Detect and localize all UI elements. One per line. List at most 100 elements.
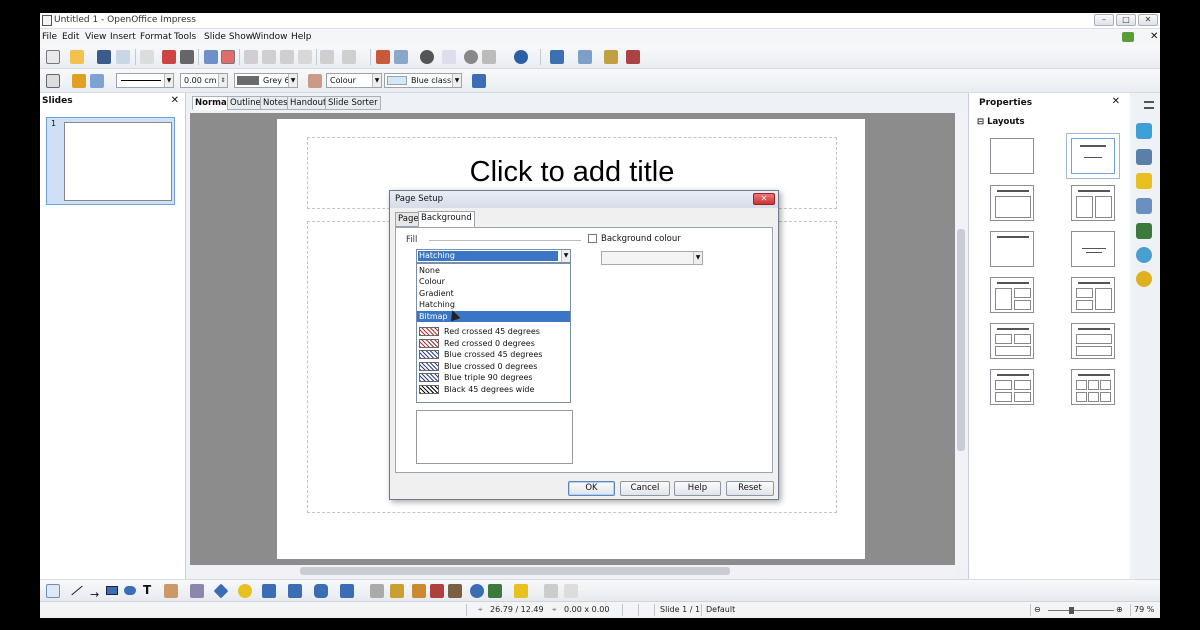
layout-title-content[interactable] xyxy=(990,185,1034,221)
menu-insert[interactable]: Insert xyxy=(110,32,136,42)
menu-format[interactable]: Format xyxy=(140,32,172,42)
hatch-item[interactable]: Red crossed 0 degrees xyxy=(417,338,570,349)
layout-title-content-stacked[interactable] xyxy=(1071,323,1115,359)
ellipse-tool-icon[interactable] xyxy=(124,586,136,595)
layout-title-two-columns[interactable] xyxy=(1071,185,1115,221)
zoom-icon[interactable] xyxy=(482,50,496,64)
styles-icon[interactable] xyxy=(46,74,60,88)
fill-option-none[interactable]: None xyxy=(417,265,570,276)
layout-title-only[interactable] xyxy=(1071,138,1115,174)
extrusion-icon[interactable] xyxy=(564,584,578,598)
close-document-button[interactable]: ✕ xyxy=(1150,31,1158,42)
symbol-shapes-icon[interactable] xyxy=(238,584,252,598)
slide-transition-deck-icon[interactable] xyxy=(1136,198,1152,214)
basic-shapes-icon[interactable] xyxy=(213,583,229,599)
close-slides-pane-icon[interactable]: ✕ xyxy=(171,95,179,106)
slide-design-icon[interactable] xyxy=(578,50,592,64)
slide-icon[interactable] xyxy=(550,50,564,64)
new-document-icon[interactable] xyxy=(46,50,60,64)
curve-tool-icon[interactable] xyxy=(164,584,178,598)
vertical-scrollbar-thumb[interactable] xyxy=(957,229,965,451)
email-icon[interactable] xyxy=(116,50,130,64)
layout-title-two-content-right[interactable] xyxy=(1071,277,1115,313)
stars-icon[interactable] xyxy=(340,584,354,598)
layout-title-six-content[interactable] xyxy=(1071,369,1115,405)
background-colour-checkbox[interactable] xyxy=(588,234,597,243)
slide-thumbnail[interactable]: 1 xyxy=(46,117,175,205)
layout-title-two-content-left[interactable] xyxy=(990,277,1034,313)
navigator-deck-icon[interactable] xyxy=(1136,271,1152,287)
menu-file[interactable]: File xyxy=(42,32,57,42)
arrange-icon[interactable] xyxy=(544,584,558,598)
export-pdf-icon[interactable] xyxy=(162,50,176,64)
zoom-out-button[interactable]: ⊖ xyxy=(1034,605,1041,614)
gallery-icon[interactable] xyxy=(448,584,462,598)
gallery-deck-icon[interactable] xyxy=(1136,247,1152,263)
styles-deck-icon[interactable] xyxy=(1136,223,1152,239)
area-style-select[interactable]: Colour ▼ xyxy=(326,73,382,88)
rectangle-tool-icon[interactable] xyxy=(106,586,118,595)
sidebar-menu-icon[interactable] xyxy=(1144,101,1154,109)
minimize-button[interactable]: – xyxy=(1094,14,1114,26)
fill-option-hatching[interactable]: Hatching xyxy=(417,299,570,311)
from-file-icon[interactable] xyxy=(430,584,444,598)
tab-notes[interactable]: Notes xyxy=(260,96,291,110)
menu-edit[interactable]: Edit xyxy=(62,32,79,42)
extension-icon[interactable] xyxy=(1122,32,1134,42)
autospellcheck-icon[interactable] xyxy=(221,50,235,64)
glue-points-icon[interactable] xyxy=(390,584,404,598)
hatch-item[interactable]: Black 45 degrees wide xyxy=(417,384,570,395)
points-icon[interactable] xyxy=(370,584,384,598)
redo-icon[interactable] xyxy=(342,50,356,64)
open-folder-icon[interactable] xyxy=(70,50,84,64)
layout-blank[interactable] xyxy=(990,138,1034,174)
shadow-icon[interactable] xyxy=(472,74,486,88)
cancel-button[interactable]: Cancel xyxy=(620,481,670,496)
align-icon[interactable] xyxy=(514,584,528,598)
zoom-level[interactable]: 79 % xyxy=(1134,605,1154,614)
properties-deck-icon[interactable] xyxy=(1136,123,1152,139)
line-color-select[interactable]: Grey 6 ▼ xyxy=(234,73,298,88)
ok-button[interactable]: OK xyxy=(568,481,615,496)
cut-icon[interactable] xyxy=(244,50,258,64)
text-tool-icon[interactable]: T xyxy=(143,583,151,597)
copy-icon[interactable] xyxy=(262,50,276,64)
line-tool-icon[interactable] xyxy=(71,585,83,596)
area-fill-select[interactable]: Blue classic ▼ xyxy=(384,73,462,88)
master-pages-deck-icon[interactable] xyxy=(1136,149,1152,165)
zoom-slider[interactable] xyxy=(1048,610,1114,611)
print-icon[interactable] xyxy=(180,50,194,64)
fill-list[interactable]: Red crossed 45 degrees Red crossed 0 degr… xyxy=(416,263,571,403)
show-draw-functions-icon[interactable] xyxy=(464,50,478,64)
custom-animation-icon[interactable] xyxy=(626,50,640,64)
flowcharts-icon[interactable] xyxy=(288,584,302,598)
layouts-section-header[interactable]: ⊟ Layouts xyxy=(977,117,1025,127)
background-colour-select[interactable]: ▼ xyxy=(601,251,703,265)
zoom-in-button[interactable]: ⊕ xyxy=(1116,605,1123,614)
connector-tool-icon[interactable] xyxy=(190,584,204,598)
menu-tools[interactable]: Tools xyxy=(174,32,196,42)
horizontal-scrollbar-thumb[interactable] xyxy=(300,567,730,575)
tab-slide-sorter[interactable]: Slide Sorter xyxy=(325,96,381,110)
tab-handout[interactable]: Handout xyxy=(287,96,330,110)
hatch-item[interactable]: Blue crossed 0 degrees xyxy=(417,361,570,372)
edit-file-icon[interactable] xyxy=(140,50,154,64)
help-icon[interactable] xyxy=(514,50,528,64)
layout-title-only-top[interactable] xyxy=(990,231,1034,267)
select-icon[interactable] xyxy=(46,584,60,598)
arrow-style-icon[interactable] xyxy=(90,74,104,88)
layout-centered-text[interactable] xyxy=(1071,231,1115,267)
line-width-input[interactable]: 0.00 cm ⇕ xyxy=(180,73,228,88)
block-arrows-icon[interactable] xyxy=(262,584,276,598)
menu-help[interactable]: Help xyxy=(291,32,312,42)
3d-effects-icon[interactable] xyxy=(470,584,484,598)
clone-formatting-icon[interactable] xyxy=(298,50,312,64)
menu-window[interactable]: Window xyxy=(252,32,288,42)
slide-show-icon[interactable] xyxy=(604,50,618,64)
fill-option-gradient[interactable]: Gradient xyxy=(417,287,570,299)
table-icon[interactable] xyxy=(394,50,408,64)
layout-title-content-over-two[interactable] xyxy=(990,323,1034,359)
fill-type-select[interactable]: Hatching ▼ xyxy=(416,249,571,263)
grid-icon[interactable] xyxy=(442,50,456,64)
master-page-name[interactable]: Default xyxy=(706,605,735,614)
